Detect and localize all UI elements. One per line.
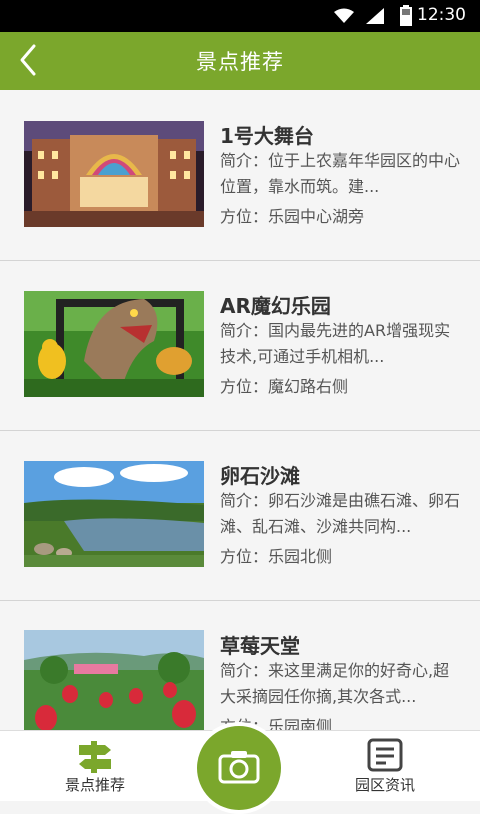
status-bar: 12:30 (0, 0, 480, 32)
camera-icon (218, 751, 260, 784)
tab-news[interactable]: 园区资讯 (330, 731, 440, 801)
attraction-intro: 简介：卵石沙滩是由礁石滩、卵石滩、乱石滩、沙滩共同构... (220, 491, 460, 536)
attraction-image (24, 291, 204, 397)
battery-icon (400, 5, 412, 26)
tab-attractions[interactable]: 景点推荐 (40, 731, 150, 801)
camera-button[interactable] (193, 722, 285, 814)
attraction-intro: 简介：位于上农嘉年华园区的中心位置，靠水而筑。建... (220, 151, 460, 196)
wifi-icon (334, 8, 354, 23)
list-item[interactable]: 草莓天堂 简介：来这里满足你的好奇心,超大采摘园任你摘,其次各式... 方位：乐… (0, 600, 480, 730)
status-time: 12:30 (417, 5, 466, 25)
list-item[interactable]: 1号大舞台 简介：位于上农嘉年华园区的中心位置，靠水而筑。建... 方位：乐园中… (0, 90, 480, 261)
attraction-location: 方位：魔幻路右侧 (220, 377, 349, 396)
tab-label: 园区资讯 (354, 776, 415, 794)
attraction-name: 卵石沙滩 (220, 464, 300, 488)
signpost-icon (79, 741, 111, 773)
list-item[interactable]: 卵石沙滩 简介：卵石沙滩是由礁石滩、卵石滩、乱石滩、沙滩共同构... 方位：乐园… (0, 430, 480, 601)
attraction-name: AR魔幻乐园 (220, 294, 331, 318)
header-bar: 景点推荐 (0, 32, 480, 90)
document-icon (367, 738, 403, 772)
signal-icon (366, 8, 384, 24)
list-item[interactable]: AR魔幻乐园 简介：国内最先进的AR增强现实技术,可通过手机相机... 方位：魔… (0, 260, 480, 431)
attraction-intro: 简介：国内最先进的AR增强现实技术,可通过手机相机... (220, 321, 451, 366)
attraction-image (24, 461, 204, 567)
tab-label: 景点推荐 (64, 776, 125, 794)
attraction-intro: 简介：来这里满足你的好奇心,超大采摘园任你摘,其次各式... (220, 661, 450, 706)
attraction-name: 草莓天堂 (220, 634, 300, 658)
attraction-image (24, 630, 204, 730)
attraction-location: 方位：乐园中心湖旁 (220, 207, 365, 226)
attraction-image (24, 121, 204, 227)
attraction-name: 1号大舞台 (220, 124, 314, 148)
page-title: 景点推荐 (196, 50, 284, 74)
attraction-list[interactable]: 1号大舞台 简介：位于上农嘉年华园区的中心位置，靠水而筑。建... 方位：乐园中… (0, 90, 480, 730)
attraction-location: 方位：乐园北侧 (220, 547, 333, 566)
